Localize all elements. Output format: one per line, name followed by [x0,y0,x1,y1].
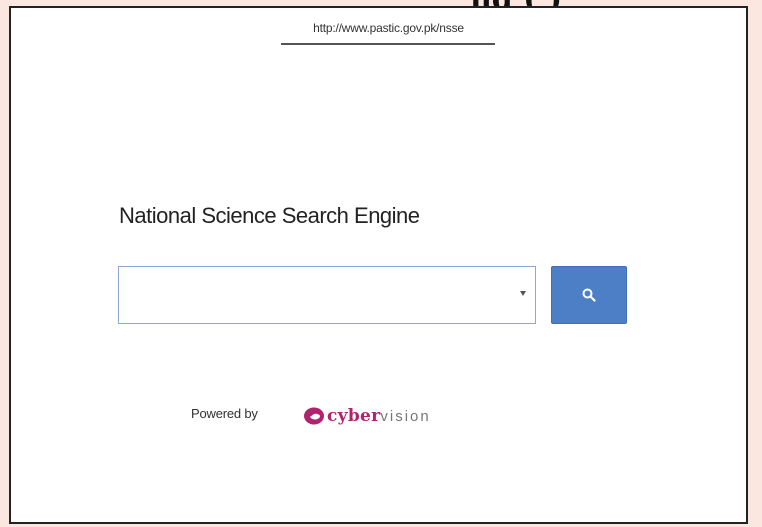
logo-part-cyber: cyber [327,406,381,426]
page-title: National Science Search Engine [119,203,420,228]
powered-by-label: Powered by [191,406,258,421]
search-combobox[interactable] [118,266,536,324]
search-button[interactable] [551,266,627,324]
search-icon [582,288,596,302]
page-url[interactable]: http://www.pastic.gov.pk/nsse [276,21,501,43]
search-input[interactable] [119,267,535,323]
url-underline [281,43,495,45]
cybervision-logo: cybervision [303,404,431,428]
logo-part-vision: vision [380,408,431,425]
screenshot-panel: http://www.pastic.gov.pk/nsse National S… [9,6,748,524]
dropdown-caret-icon[interactable] [520,291,526,296]
cybervision-logo-icon [304,407,324,425]
logo-wordmark: cybervision [327,406,431,426]
